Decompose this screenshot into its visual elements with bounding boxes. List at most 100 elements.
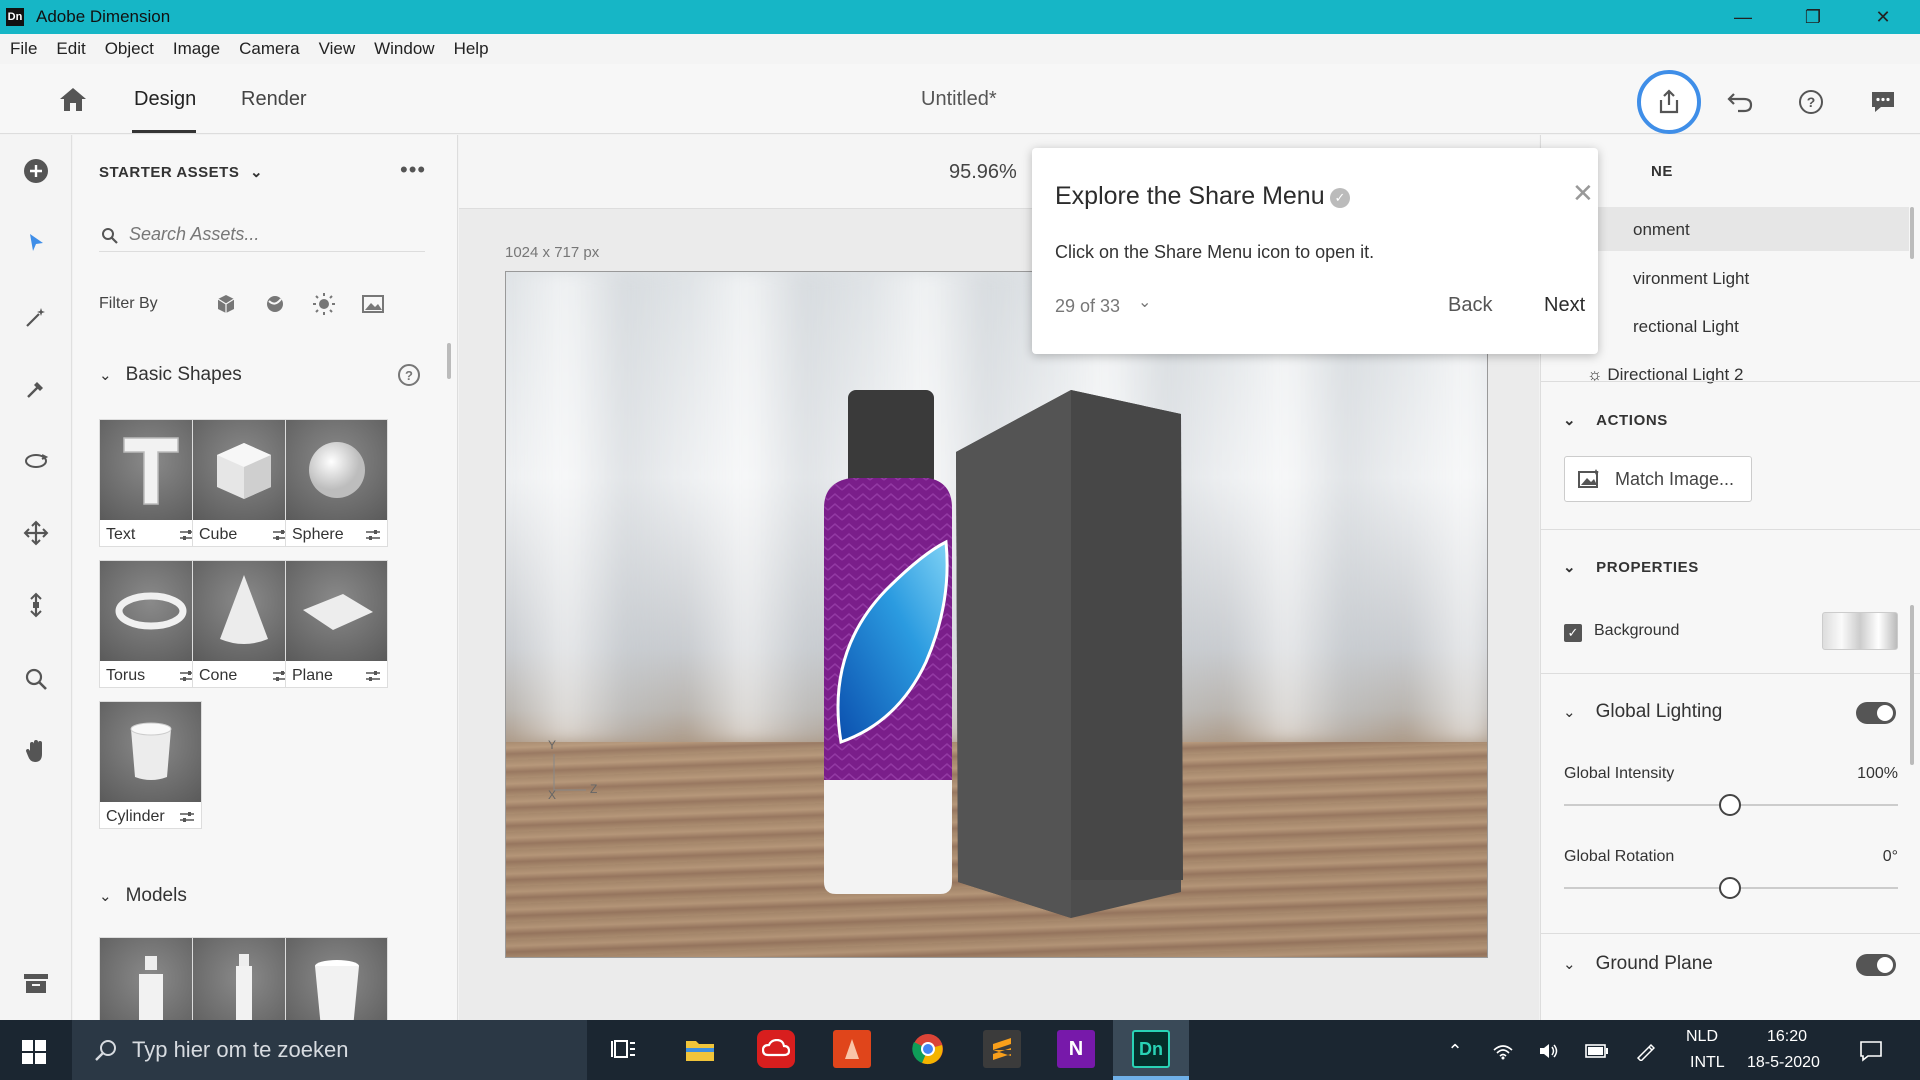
asset-tile-torus[interactable]: Torus bbox=[99, 560, 202, 688]
dolly-tool-icon[interactable] bbox=[20, 589, 52, 621]
clock-date[interactable]: 18-5-2020 bbox=[1747, 1054, 1820, 1072]
taskbar-search-input[interactable]: Typ hier om te zoeken bbox=[132, 1037, 348, 1063]
scene-scrollbar[interactable] bbox=[1910, 207, 1914, 259]
search-input[interactable]: Search Assets... bbox=[129, 224, 259, 245]
tutorial-progress[interactable]: 29 of 33 bbox=[1055, 296, 1120, 317]
model-tile-bottle[interactable] bbox=[99, 937, 202, 1020]
chrome-icon[interactable] bbox=[909, 1030, 947, 1068]
hand-tool-icon[interactable] bbox=[20, 735, 52, 767]
language-indicator[interactable]: NLD bbox=[1686, 1028, 1718, 1046]
assets-scrollbar[interactable] bbox=[447, 343, 451, 379]
pen-icon[interactable] bbox=[1632, 1038, 1658, 1064]
scene-item-environment-light[interactable]: vironment Light bbox=[1633, 269, 1749, 289]
model-tile-tube[interactable] bbox=[192, 937, 295, 1020]
file-explorer-icon[interactable] bbox=[681, 1030, 719, 1068]
asset-tile-plane[interactable]: Plane bbox=[285, 560, 388, 688]
scene-item-directional-light-2[interactable]: ☼ Directional Light 2 bbox=[1587, 365, 1743, 385]
task-view-icon[interactable] bbox=[605, 1030, 643, 1068]
adjust-icon[interactable] bbox=[365, 669, 381, 683]
tab-render[interactable]: Render bbox=[241, 88, 307, 111]
light-filter-icon[interactable] bbox=[311, 291, 337, 317]
asset-tile-cube[interactable]: Cube bbox=[192, 419, 295, 547]
actions-header[interactable]: ⌄ ACTIONS bbox=[1563, 411, 1668, 430]
wifi-icon[interactable] bbox=[1490, 1038, 1516, 1064]
global-intensity-value[interactable]: 100% bbox=[1857, 765, 1898, 783]
menu-object[interactable]: Object bbox=[99, 39, 160, 59]
dimension-app-icon[interactable]: Dn bbox=[1132, 1030, 1170, 1068]
zoom-tool-icon[interactable] bbox=[20, 663, 52, 695]
menu-view[interactable]: View bbox=[313, 39, 362, 59]
taskbar-search[interactable]: Typ hier om te zoeken bbox=[72, 1020, 587, 1080]
global-rotation-value[interactable]: 0° bbox=[1883, 848, 1898, 866]
onenote-icon[interactable]: N bbox=[1057, 1030, 1095, 1068]
help-icon[interactable]: ? bbox=[398, 364, 420, 386]
asset-tile-cylinder[interactable]: Cylinder bbox=[99, 701, 202, 829]
asset-tile-sphere[interactable]: Sphere bbox=[285, 419, 388, 547]
global-lighting-header[interactable]: ⌄ Global Lighting bbox=[1563, 701, 1722, 723]
global-intensity-knob[interactable] bbox=[1719, 794, 1741, 816]
orbit-tool-icon[interactable] bbox=[20, 445, 52, 477]
ground-plane-header[interactable]: ⌄ Ground Plane bbox=[1563, 953, 1713, 975]
model-filter-icon[interactable] bbox=[213, 291, 239, 317]
chevron-down-icon[interactable]: ⌄ bbox=[250, 164, 263, 181]
close-icon[interactable]: ✕ bbox=[1572, 178, 1594, 209]
windows-start-icon[interactable] bbox=[22, 1040, 46, 1064]
scene-item-directional-light[interactable]: rectional Light bbox=[1633, 317, 1739, 337]
keyboard-indicator[interactable]: INTL bbox=[1690, 1054, 1725, 1072]
restore-button[interactable]: ❐ bbox=[1778, 0, 1848, 34]
menu-edit[interactable]: Edit bbox=[50, 39, 91, 59]
background-checkbox[interactable]: ✓ bbox=[1564, 624, 1582, 642]
next-button[interactable]: Next bbox=[1544, 294, 1585, 317]
global-lighting-toggle[interactable] bbox=[1856, 702, 1896, 724]
menu-camera[interactable]: Camera bbox=[233, 39, 305, 59]
sublime-text-icon[interactable] bbox=[983, 1030, 1021, 1068]
move-tool-icon[interactable] bbox=[20, 517, 52, 549]
asset-tile-cone[interactable]: Cone bbox=[192, 560, 295, 688]
tab-design[interactable]: Design bbox=[134, 88, 196, 111]
global-rotation-knob[interactable] bbox=[1719, 877, 1741, 899]
add-icon[interactable] bbox=[20, 155, 52, 187]
select-tool-icon[interactable] bbox=[20, 227, 52, 259]
background-swatch[interactable] bbox=[1822, 612, 1898, 650]
chevron-down-icon[interactable]: ⌄ bbox=[1138, 292, 1151, 312]
more-options-button[interactable]: ••• bbox=[400, 157, 426, 183]
menu-image[interactable]: Image bbox=[167, 39, 226, 59]
layers-toggle-icon[interactable] bbox=[20, 967, 52, 999]
material-filter-icon[interactable] bbox=[262, 291, 288, 317]
share-menu-button[interactable] bbox=[1637, 70, 1701, 134]
presentation-app-icon[interactable] bbox=[833, 1030, 871, 1068]
scene-canvas[interactable]: Y Z X bbox=[505, 271, 1488, 958]
scene-item-environment[interactable]: onment bbox=[1633, 220, 1690, 240]
menu-file[interactable]: File bbox=[4, 39, 43, 59]
adjust-icon[interactable] bbox=[365, 528, 381, 542]
chevron-up-icon[interactable]: ⌃ bbox=[1442, 1038, 1468, 1064]
battery-icon[interactable] bbox=[1584, 1038, 1610, 1064]
volume-icon[interactable] bbox=[1536, 1038, 1562, 1064]
zoom-level[interactable]: 95.96% bbox=[949, 161, 1017, 184]
eyedropper-icon[interactable] bbox=[20, 373, 52, 405]
close-window-button[interactable]: ✕ bbox=[1848, 0, 1918, 34]
clock-time[interactable]: 16:20 bbox=[1767, 1028, 1807, 1046]
properties-header[interactable]: ⌄ PROPERTIES bbox=[1563, 558, 1699, 577]
feedback-icon[interactable] bbox=[1863, 82, 1903, 122]
creative-cloud-icon[interactable] bbox=[757, 1030, 795, 1068]
models-header[interactable]: ⌄ Models bbox=[99, 885, 187, 907]
assets-title[interactable]: STARTER ASSETS ⌄ bbox=[99, 163, 263, 181]
image-filter-icon[interactable] bbox=[360, 291, 386, 317]
help-icon[interactable]: ? bbox=[1791, 82, 1831, 122]
back-button[interactable]: Back bbox=[1448, 294, 1492, 317]
undo-icon[interactable] bbox=[1720, 82, 1760, 122]
asset-search[interactable]: Search Assets... bbox=[99, 218, 425, 252]
model-tile-cup[interactable] bbox=[285, 937, 388, 1020]
notification-icon[interactable] bbox=[1858, 1038, 1884, 1064]
adjust-icon[interactable] bbox=[179, 810, 195, 824]
minimize-button[interactable]: — bbox=[1708, 0, 1778, 34]
basic-shapes-header[interactable]: ⌄ Basic Shapes bbox=[99, 364, 242, 386]
match-image-button[interactable]: Match Image... bbox=[1564, 456, 1752, 502]
asset-tile-text[interactable]: Text bbox=[99, 419, 202, 547]
properties-scrollbar[interactable] bbox=[1910, 605, 1914, 765]
menu-help[interactable]: Help bbox=[448, 39, 495, 59]
home-icon[interactable] bbox=[58, 86, 88, 112]
menu-window[interactable]: Window bbox=[368, 39, 440, 59]
ground-plane-toggle[interactable] bbox=[1856, 954, 1896, 976]
